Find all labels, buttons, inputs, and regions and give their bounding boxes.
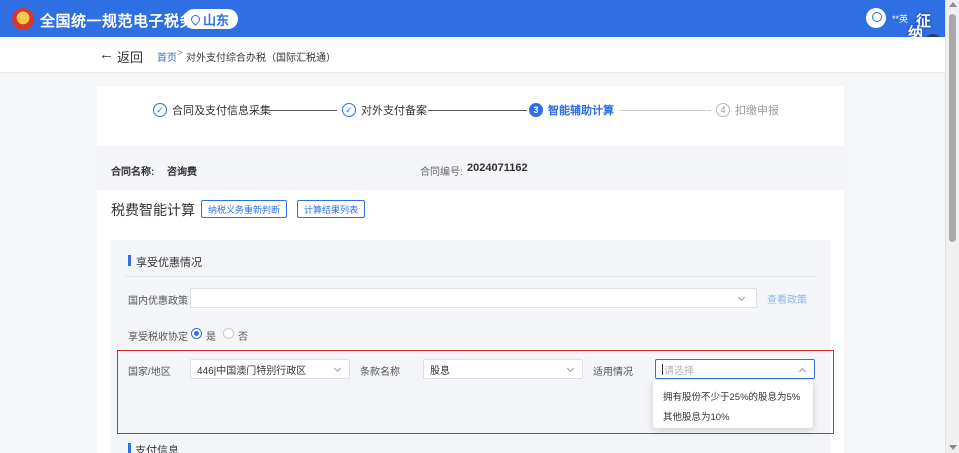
contract-name-value: 咨询费	[167, 167, 197, 178]
step-payment-filing: ✓ 对外支付备案	[342, 102, 427, 118]
back-arrow-icon[interactable]: ←	[99, 46, 114, 63]
country-select[interactable]: 446|中国澳门特别行政区	[190, 359, 350, 379]
region-label: 山东	[203, 12, 230, 28]
scroll-thumb[interactable]	[949, 14, 956, 242]
text-caret	[662, 363, 663, 375]
clause-label: 条款名称	[360, 367, 400, 378]
step-label: 对外支付备案	[361, 105, 427, 117]
clause-value: 股息	[430, 365, 450, 377]
domestic-policy-select[interactable]	[190, 288, 757, 308]
step-withholding-declaration: 4 扣缴申报	[716, 102, 779, 118]
result-list-button[interactable]: 计算结果列表	[297, 200, 366, 218]
page-scrollbar[interactable]	[945, 0, 959, 453]
dropdown-option[interactable]: 其他股息为10%	[663, 409, 730, 423]
section-accent-bar	[128, 255, 131, 266]
location-pin-icon	[189, 12, 202, 26]
step-connector	[619, 110, 711, 111]
treaty-no-radio[interactable]	[223, 328, 234, 339]
breadcrumb-separator: >	[177, 48, 183, 59]
chevron-down-icon	[566, 364, 575, 373]
tax-emblem-logo	[12, 8, 34, 30]
breadcrumb-current: 对外支付综合办税（国际汇税通）	[186, 53, 336, 64]
country-value: 446|中国澳门特别行政区	[197, 365, 307, 377]
applicable-label: 适用情况	[593, 367, 633, 378]
user-avatar-icon[interactable]	[866, 8, 886, 28]
breadcrumb-bar: ← 返回 首页 > 对外支付综合办税（国际汇税通）	[0, 37, 945, 73]
payment-info-section-title: 支付信息	[135, 445, 179, 453]
view-policy-link[interactable]: 查看政策	[767, 291, 807, 306]
chevron-up-icon	[798, 367, 807, 376]
chevron-down-icon	[333, 364, 342, 373]
step-label: 智能辅助计算	[548, 105, 614, 117]
region-switch[interactable]: 山东	[184, 9, 239, 29]
country-label: 国家/地区	[128, 367, 171, 378]
clause-select[interactable]: 股息	[423, 359, 583, 379]
step-number-icon: 4	[716, 103, 730, 117]
treaty-yes-label[interactable]: 是	[206, 328, 216, 343]
step-done-check-icon: ✓	[153, 103, 167, 117]
calc-section-title: 税费智能计算	[111, 202, 195, 218]
step-connector	[428, 110, 527, 111]
contract-number-value: 2024071162	[467, 162, 528, 174]
step-connector	[269, 110, 337, 111]
contract-name-label: 合同名称:	[111, 167, 155, 178]
chevron-down-icon	[737, 293, 746, 302]
applicable-select[interactable]: 请选择	[655, 359, 815, 379]
divider	[125, 276, 816, 277]
back-button[interactable]: 返回	[117, 47, 143, 66]
section-accent-bar	[128, 443, 131, 453]
contract-summary: 合同名称: 咨询费 合同编号: 2024071162	[97, 146, 844, 190]
applicable-placeholder: 请选择	[664, 365, 694, 377]
preference-section-title: 享受优惠情况	[136, 257, 202, 269]
domestic-policy-label: 国内优惠政策	[128, 296, 188, 307]
scroll-up-arrow-icon[interactable]	[949, 2, 957, 7]
treaty-yes-radio[interactable]	[191, 328, 202, 339]
step-label: 合同及支付信息采集	[172, 105, 271, 117]
step-smart-calculation: 3 智能辅助计算	[529, 102, 614, 118]
treaty-no-label[interactable]: 否	[238, 328, 248, 343]
rejudge-obligation-button[interactable]: 纳税义务重新判断	[201, 200, 288, 218]
step-number-icon: 3	[529, 103, 543, 117]
applicable-dropdown: 拥有股份不少于25%的股息为5% 其他股息为10%	[653, 380, 813, 428]
breadcrumb-home-link[interactable]: 首页	[157, 49, 177, 64]
contract-number-label: 合同编号:	[420, 167, 463, 178]
scroll-down-arrow-icon[interactable]	[949, 445, 957, 450]
treaty-label: 享受税收协定	[128, 332, 188, 343]
dropdown-option[interactable]: 拥有股份不少于25%的股息为5%	[663, 389, 800, 403]
step-done-check-icon: ✓	[342, 103, 356, 117]
step-label: 扣缴申报	[735, 105, 779, 117]
step-contract-collection: ✓ 合同及支付信息采集	[153, 102, 271, 118]
top-header: 全国统一规范电子税务局 山东 **英	[0, 0, 945, 37]
